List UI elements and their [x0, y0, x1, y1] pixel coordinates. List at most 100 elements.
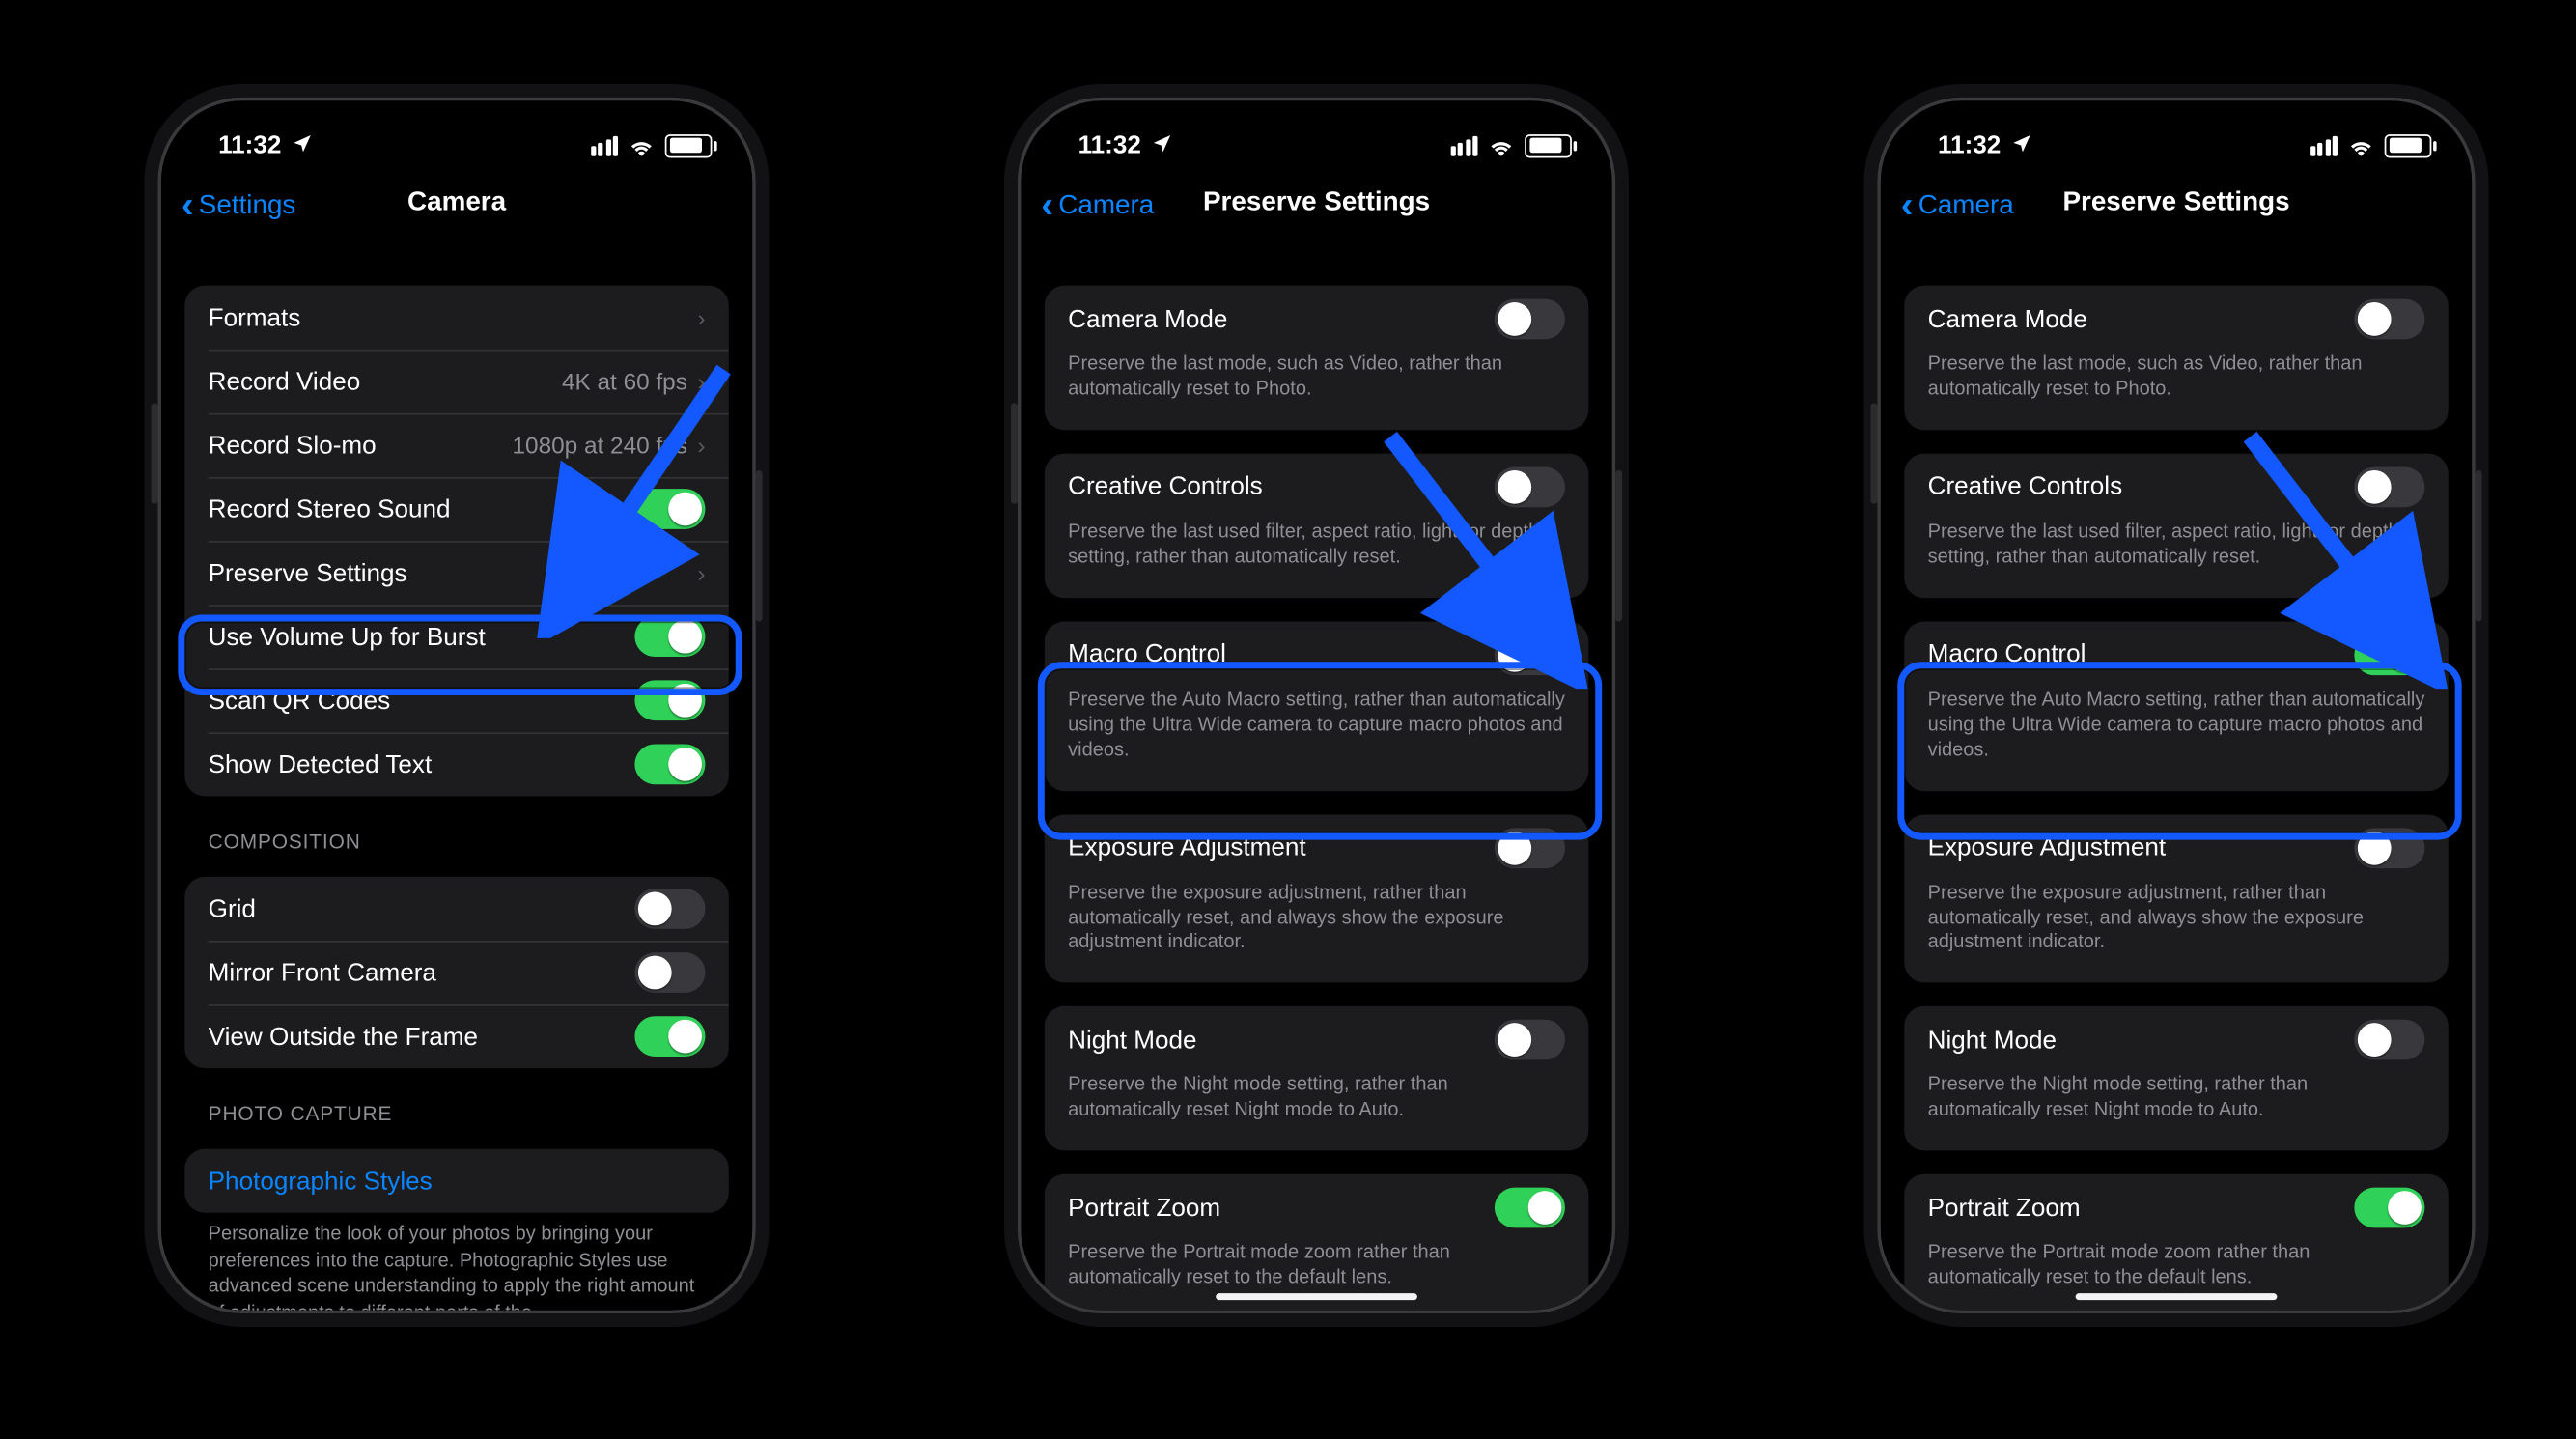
row-creative-controls[interactable]: Creative Controls — [1045, 453, 1589, 521]
row-description: Preserve the last used filter, aspect ra… — [1904, 521, 2449, 587]
toggle-stereo[interactable] — [634, 489, 705, 529]
preserve-item: Portrait ZoomPreserve the Portrait mode … — [1904, 1174, 2449, 1310]
toggle-view-outside[interactable] — [634, 1016, 705, 1057]
toggle-portrait-zoom[interactable] — [2354, 1188, 2424, 1228]
row-description: Preserve the last used filter, aspect ra… — [1045, 521, 1589, 587]
row-description: Preserve the Auto Macro setting, rather … — [1045, 689, 1589, 780]
row-label: Portrait Zoom — [1928, 1194, 2081, 1223]
cell-signal-icon — [590, 135, 618, 155]
row-formats[interactable]: Formats › — [184, 286, 729, 350]
status-bar: 11:32 — [1881, 100, 2472, 173]
row-description: Preserve the Auto Macro setting, rather … — [1904, 689, 2449, 780]
battery-icon — [2385, 133, 2432, 156]
back-button[interactable]: ‹ Camera — [1041, 173, 1154, 240]
row-record-video[interactable]: Record Video 4K at 60 fps› — [184, 350, 729, 413]
row-creative-controls[interactable]: Creative Controls — [1904, 453, 2449, 521]
row-description: Preserve the Night mode setting, rather … — [1045, 1074, 1589, 1141]
back-label: Camera — [1918, 191, 2014, 221]
toggle-grid[interactable] — [634, 889, 705, 929]
toggle-portrait-zoom[interactable] — [1495, 1188, 1565, 1228]
toggle-night-mode[interactable] — [1495, 1020, 1565, 1060]
preserve-item: Exposure AdjustmentPreserve the exposure… — [1045, 814, 1589, 983]
toggle-night-mode[interactable] — [2354, 1020, 2424, 1060]
row-mirror-front[interactable]: Mirror Front Camera — [184, 941, 729, 1004]
toggle-creative-controls[interactable] — [1495, 466, 1565, 507]
row-night-mode[interactable]: Night Mode — [1904, 1006, 2449, 1074]
row-photographic-styles[interactable]: Photographic Styles — [184, 1149, 729, 1213]
row-description: Preserve the Night mode setting, rather … — [1904, 1074, 2449, 1141]
preserve-item: Macro Control Preserve the Auto Macro set… — [1045, 621, 1589, 790]
wifi-icon — [2347, 135, 2374, 155]
chevron-left-icon: ‹ — [1901, 186, 1914, 223]
row-label: Night Mode — [1928, 1026, 2057, 1055]
nav-title: Preserve Settings — [1203, 188, 1430, 218]
chevron-right-icon: › — [697, 432, 705, 459]
row-grid[interactable]: Grid — [184, 877, 729, 941]
preserve-item: Night Mode Preserve the Night mode settin… — [1904, 1006, 2449, 1150]
back-label: Settings — [199, 191, 296, 221]
row-view-outside-frame[interactable]: View Outside the Frame — [184, 1004, 729, 1068]
battery-icon — [1525, 133, 1572, 156]
row-macro-control[interactable]: Macro Control — [1904, 621, 2449, 689]
nav-bar: ‹ Camera Preserve Settings — [1021, 173, 1611, 240]
preserve-item: Creative Controls Preserve the last used … — [1904, 453, 2449, 597]
row-detected-text[interactable]: Show Detected Text — [184, 732, 729, 796]
status-bar: 11:32 — [161, 100, 752, 173]
row-stereo-sound[interactable]: Record Stereo Sound — [184, 477, 729, 541]
location-icon — [1151, 131, 1171, 160]
toggle-scan-qr[interactable] — [634, 680, 705, 720]
row-preserve-settings[interactable]: Preserve Settings › — [184, 541, 729, 605]
preserve-item: Macro ControlPreserve the Auto Macro set… — [1904, 621, 2449, 790]
settings-group-main: Formats › Record Video 4K at 60 fps› Rec… — [184, 286, 729, 797]
back-button[interactable]: ‹ Camera — [1901, 173, 2014, 240]
settings-group-photo-capture: Photographic Styles — [184, 1149, 729, 1213]
wifi-icon — [628, 135, 655, 155]
toggle-exposure-adjustment[interactable] — [2354, 828, 2424, 868]
chevron-right-icon: › — [697, 559, 705, 586]
nav-bar: ‹ Camera Preserve Settings — [1881, 173, 2472, 240]
row-camera-mode[interactable]: Camera Mode — [1904, 286, 2449, 353]
row-label: Camera Mode — [1068, 305, 1227, 334]
preserve-item: Camera ModePreserve the last mode, such … — [1045, 286, 1589, 430]
row-camera-mode[interactable]: Camera Mode — [1045, 286, 1589, 353]
back-label: Camera — [1058, 191, 1154, 221]
toggle-macro-control[interactable] — [1495, 635, 1565, 675]
row-macro-control[interactable]: Macro Control — [1045, 621, 1589, 689]
row-label: Creative Controls — [1928, 472, 2123, 501]
status-time: 11:32 — [218, 131, 281, 160]
toggle-mirror[interactable] — [634, 952, 705, 993]
preserve-item: Portrait ZoomPreserve the Portrait mode … — [1045, 1174, 1589, 1310]
row-description: Preserve the exposure adjustment, rather… — [1904, 881, 2449, 973]
row-label: Macro Control — [1068, 640, 1226, 669]
row-label: Portrait Zoom — [1068, 1194, 1220, 1223]
status-bar: 11:32 — [1021, 100, 1611, 173]
nav-title: Preserve Settings — [2062, 188, 2289, 218]
location-icon — [2011, 131, 2031, 160]
home-indicator[interactable] — [1216, 1293, 1417, 1300]
back-button[interactable]: ‹ Settings — [182, 173, 296, 240]
phone-camera-settings: 11:32 ‹ Settings Cam — [161, 100, 752, 1310]
row-exposure-adjustment[interactable]: Exposure Adjustment — [1904, 814, 2449, 882]
toggle-creative-controls[interactable] — [2354, 466, 2424, 507]
preserve-item: Night ModePreserve the Night mode settin… — [1045, 1006, 1589, 1150]
toggle-camera-mode[interactable] — [1495, 299, 1565, 340]
phone-preserve-settings-off: 11:32 ‹ Camera Prese — [1021, 100, 1611, 1310]
phone-preserve-settings-on: 11:32 ‹ Camera Prese — [1881, 100, 2472, 1310]
location-icon — [292, 131, 312, 160]
row-record-slomo[interactable]: Record Slo-mo 1080p at 240 fps› — [184, 413, 729, 477]
toggle-macro-control[interactable] — [2354, 635, 2424, 675]
toggle-detected-text[interactable] — [634, 744, 705, 784]
row-exposure-adjustment[interactable]: Exposure Adjustment — [1045, 814, 1589, 882]
row-scan-qr[interactable]: Scan QR Codes — [184, 668, 729, 732]
row-volume-burst[interactable]: Use Volume Up for Burst — [184, 605, 729, 668]
row-portrait-zoom[interactable]: Portrait Zoom — [1045, 1174, 1589, 1242]
row-label: Camera Mode — [1928, 305, 2087, 334]
toggle-volume-burst[interactable] — [634, 616, 705, 657]
row-portrait-zoom[interactable]: Portrait Zoom — [1904, 1174, 2449, 1242]
home-indicator[interactable] — [2076, 1293, 2278, 1300]
toggle-exposure-adjustment[interactable] — [1495, 828, 1565, 868]
toggle-camera-mode[interactable] — [2354, 299, 2424, 340]
section-composition: COMPOSITION — [209, 830, 722, 853]
row-night-mode[interactable]: Night Mode — [1045, 1006, 1589, 1074]
row-description: Preserve the exposure adjustment, rather… — [1045, 881, 1589, 973]
